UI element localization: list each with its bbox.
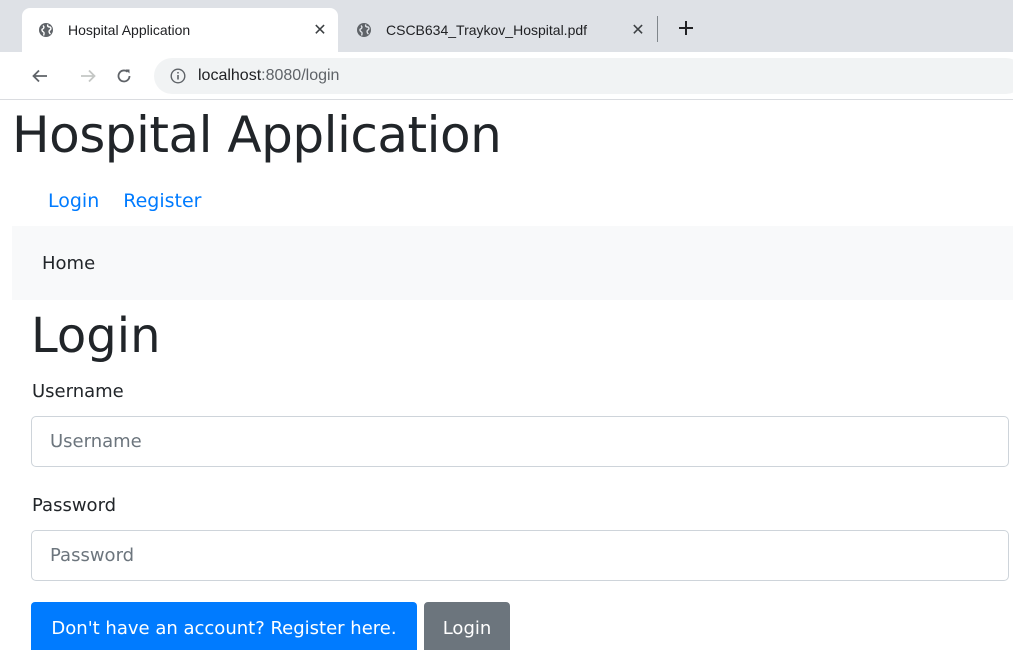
arrow-right-icon <box>81 69 96 83</box>
back-button[interactable] <box>26 62 54 90</box>
address-path: :8080/login <box>261 67 340 84</box>
tab-title: Hospital Application <box>68 22 191 38</box>
password-input[interactable] <box>31 530 1009 581</box>
breadcrumb: Home <box>12 226 1013 300</box>
browser-toolbar: localhost:8080/login <box>0 52 1013 100</box>
nav-link-register[interactable]: Register <box>123 190 201 212</box>
password-label: Password <box>32 495 117 516</box>
close-tab-icon[interactable]: ✕ <box>308 18 332 42</box>
reload-button[interactable] <box>110 62 138 90</box>
tab-separator <box>657 16 658 42</box>
page-title: Hospital Application <box>12 106 502 164</box>
globe-icon <box>356 22 372 38</box>
tab-title: CSCB634_Traykov_Hospital.pdf <box>386 22 588 38</box>
forward-button[interactable] <box>74 62 102 90</box>
new-tab-button[interactable] <box>672 14 700 42</box>
browser-tab-hospital-application[interactable]: Hospital Application ✕ <box>22 8 338 52</box>
form-title: Login <box>31 308 161 364</box>
breadcrumb-home: Home <box>42 252 96 274</box>
browser-tab-pdf[interactable]: CSCB634_Traykov_Hospital.pdf ✕ <box>340 8 656 52</box>
address-host: localhost <box>198 67 262 84</box>
reload-icon <box>117 69 131 83</box>
close-tab-icon[interactable]: ✕ <box>626 18 650 42</box>
top-nav: Login Register <box>48 190 202 212</box>
info-icon[interactable] <box>170 68 186 84</box>
register-here-button[interactable]: Don't have an account? Register here. <box>31 602 417 650</box>
nav-link-login[interactable]: Login <box>48 190 99 212</box>
username-input[interactable] <box>31 416 1009 467</box>
plus-icon <box>679 21 693 35</box>
arrow-left-icon <box>32 69 47 83</box>
address-bar[interactable]: localhost:8080/login <box>154 58 1013 94</box>
username-label: Username <box>32 381 124 402</box>
login-button[interactable]: Login <box>424 602 510 650</box>
browser-tab-strip: Hospital Application ✕ CSCB634_Traykov_H… <box>0 0 1013 52</box>
address-url: localhost:8080/login <box>198 67 339 85</box>
globe-icon <box>38 22 54 38</box>
